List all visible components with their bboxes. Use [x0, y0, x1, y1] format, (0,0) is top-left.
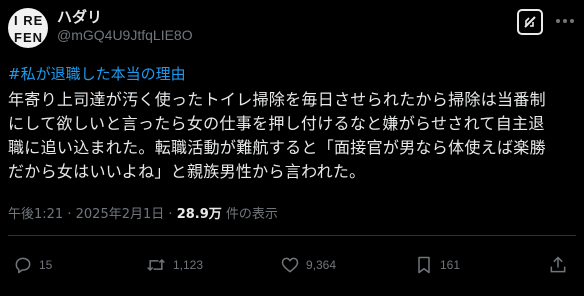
- post-body-line: にして欲しいと言ったら女の仕事を押し付けるなと嫌がらせされて自主退: [8, 114, 545, 133]
- post-body: 年寄り上司達が汚く使ったトイレ掃除を毎日させられたから掃除は当番制 にして欲しい…: [8, 88, 578, 184]
- like-icon: [281, 257, 299, 273]
- bookmark-button[interactable]: 161: [414, 250, 460, 280]
- more-icon: [556, 19, 574, 23]
- like-count: 9,364: [306, 258, 337, 272]
- view-label: 件の表示: [221, 207, 278, 222]
- post-body-line: 年寄り上司達が汚く使ったトイレ掃除を毎日させられたから掃除は当番制: [8, 90, 546, 109]
- avatar-text-top: I RE: [14, 13, 44, 28]
- view-count: 28.9万: [176, 207, 222, 222]
- action-bar: 15 1,123 9,364 161: [0, 250, 584, 280]
- share-button[interactable]: [548, 250, 574, 280]
- reply-icon: [15, 257, 31, 274]
- bookmark-icon: [418, 256, 430, 274]
- avatar-text-bottom: FEN: [14, 30, 43, 45]
- more-button[interactable]: [552, 12, 578, 30]
- avatar[interactable]: I RE FEN: [8, 8, 48, 48]
- bookmark-count: 161: [440, 258, 461, 272]
- grok-icon: [524, 16, 536, 28]
- meta-separator: ·: [168, 207, 173, 222]
- like-button[interactable]: 9,364: [280, 250, 336, 280]
- post-meta: 午後1:21 · 2025年2月1日 · 28.9万 件の表示: [8, 203, 278, 222]
- post-body-line: 職に追い込まれた。転職活動が難航すると「面接官が男なら体使えば楽勝: [8, 138, 546, 157]
- retweet-icon: [147, 258, 165, 272]
- grok-button[interactable]: [517, 9, 543, 35]
- post-hashtag-link[interactable]: #私が退職した本当の理由: [8, 63, 186, 84]
- author-handle[interactable]: @mGQ4U9JtfqLIE8O: [57, 27, 193, 43]
- author-display-name[interactable]: ハダリ: [57, 6, 102, 27]
- meta-separator: ·: [67, 207, 72, 222]
- post-date[interactable]: 2025年2月1日: [76, 207, 165, 222]
- retweet-count: 1,123: [173, 258, 204, 272]
- share-icon: [550, 256, 566, 273]
- retweet-button[interactable]: 1,123: [145, 250, 203, 280]
- reply-count: 15: [39, 258, 53, 272]
- divider: [8, 235, 576, 236]
- post-body-line: だから女はいいよね」と親族男性から言われた。: [8, 162, 366, 181]
- reply-button[interactable]: 15: [13, 250, 52, 280]
- post-time[interactable]: 午後1:21: [8, 207, 63, 222]
